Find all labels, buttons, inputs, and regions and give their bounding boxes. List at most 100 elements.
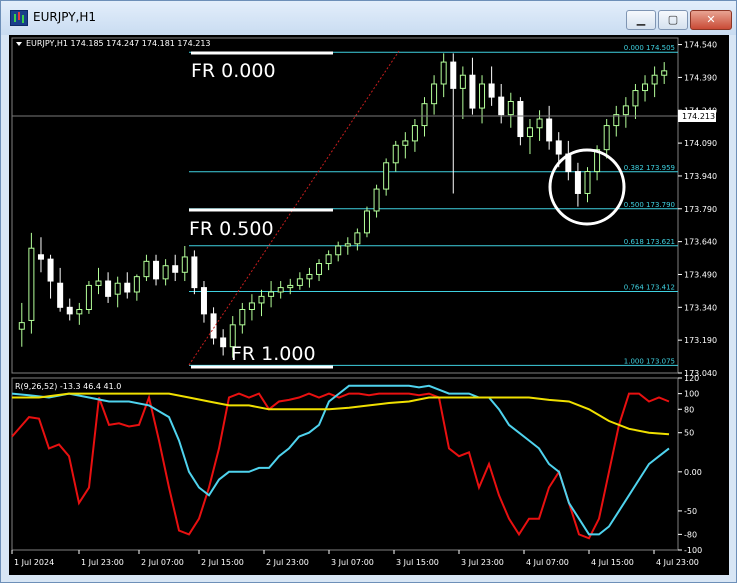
fibonacci-trend-line[interactable]: [188, 50, 400, 366]
candle-body: [536, 118, 543, 129]
slow-line: [12, 392, 670, 436]
candle-body: [239, 309, 246, 326]
candle-body: [277, 287, 284, 293]
candle-body: [632, 90, 639, 107]
price-tick-label: 173.790: [684, 205, 717, 214]
time-tick-label: 3 Jul 07:00: [331, 558, 374, 567]
indicator-tick-label: 50: [684, 429, 694, 438]
indicator-axis: 120 100 80 50 0.00 -50 -80 -100: [678, 374, 702, 555]
candle-body: [306, 273, 313, 280]
candle-body: [459, 74, 466, 89]
candle-body: [661, 70, 668, 76]
candle-body: [95, 280, 102, 286]
time-axis: 1 Jul 2024 1 Jul 23:00 2 Jul 07:00 2 Jul 15…: [11, 550, 699, 567]
candle-body: [526, 127, 533, 138]
fr-500-label[interactable]: FR 0.500: [189, 218, 274, 240]
price-tick-label: 173.640: [684, 238, 717, 247]
chart-window: EURJPY,H1 ▁ ▢ ✕ EURJPY,H1 174.185 174.24…: [0, 0, 737, 583]
candle-body: [220, 337, 227, 348]
rsi-line: [11, 392, 670, 540]
fib-level-label: 0.000 174.505: [624, 44, 675, 52]
indicator-tick-label: 0.00: [684, 468, 702, 477]
maximize-button[interactable]: ▢: [658, 10, 688, 30]
fib-level-label: 0.764 173.412: [624, 284, 675, 292]
candle-body: [479, 83, 486, 109]
candle-body: [268, 291, 275, 297]
fib-level-label: 0.618 173.621: [624, 238, 675, 246]
candle-body: [18, 322, 25, 330]
candle-body: [440, 61, 447, 85]
window-title: EURJPY,H1: [33, 10, 97, 24]
time-tick-label: 1 Jul 2024: [14, 558, 54, 567]
candle-body: [66, 306, 73, 315]
candle-body: [392, 144, 399, 164]
indicator-tick-label: 120: [684, 374, 699, 383]
candle-body: [411, 125, 418, 142]
candle-body: [133, 276, 140, 293]
candle-body: [344, 243, 351, 247]
close-button[interactable]: ✕: [690, 10, 732, 30]
price-tick-label: 173.490: [684, 270, 717, 279]
candle-body: [584, 171, 591, 194]
price-tick-label: 174.090: [684, 139, 717, 148]
fib-level-label: 0.500 173.790: [624, 201, 675, 209]
candle-body: [383, 162, 390, 190]
candle-body: [191, 256, 198, 289]
time-tick-label: 4 Jul 15:00: [591, 558, 634, 567]
candle-body: [28, 247, 35, 321]
candle-body: [651, 74, 658, 85]
chart-menu-arrow-icon[interactable]: [16, 42, 22, 46]
candle-body: [373, 188, 380, 212]
candle-body: [622, 105, 629, 116]
candle-body: [143, 260, 150, 278]
indicator-tick-label: -100: [684, 546, 702, 555]
candle-body: [335, 245, 342, 256]
candle-body: [114, 282, 121, 295]
fr-0-label[interactable]: FR 0.000: [191, 60, 276, 82]
candle-body: [507, 100, 514, 116]
candle-body: [248, 302, 255, 311]
candle-body: [181, 256, 188, 273]
candle-body: [450, 61, 457, 89]
candle-body: [555, 140, 562, 155]
price-tick-label: 173.340: [684, 303, 717, 312]
indicator-tick-label: -50: [684, 507, 697, 516]
chart-header: EURJPY,H1 174.185 174.247 174.181 174.21…: [26, 39, 211, 48]
minimize-button[interactable]: ▁: [626, 10, 656, 30]
title-bar[interactable]: EURJPY,H1 ▁ ▢ ✕: [1, 1, 736, 35]
candle-body: [287, 284, 294, 289]
candlestick-series: [18, 53, 668, 358]
indicator-tick-label: 100: [684, 390, 699, 399]
fib-level-label: 1.000 173.075: [624, 357, 675, 365]
time-tick-label: 2 Jul 15:00: [201, 558, 244, 567]
candle-body: [57, 282, 64, 308]
candle-body: [603, 125, 610, 151]
fib-level-label: 0.382 173.959: [624, 164, 675, 172]
time-tick-label: 2 Jul 07:00: [141, 558, 184, 567]
time-tick-label: 3 Jul 15:00: [396, 558, 439, 567]
close-icon: ✕: [706, 13, 716, 26]
candle-body: [517, 100, 524, 138]
time-tick-label: 3 Jul 23:00: [461, 558, 504, 567]
indicator-tick-label: 80: [684, 405, 694, 414]
fr-1000-label[interactable]: FR 1.000: [231, 343, 316, 365]
candle-body: [153, 260, 160, 280]
candle-body: [354, 232, 361, 245]
chart-canvas[interactable]: EURJPY,H1 174.185 174.247 174.181 174.21…: [9, 35, 729, 575]
price-tick-label: 173.940: [684, 172, 717, 181]
candle-body: [642, 83, 649, 92]
candle-body: [85, 284, 92, 311]
price-axis: 174.540174.390174.240174.090173.940173.7…: [678, 41, 717, 378]
price-tick-label: 173.190: [684, 336, 717, 345]
candle-body: [363, 210, 370, 234]
minimize-icon: ▁: [636, 13, 646, 26]
chart-app-icon: [10, 10, 28, 26]
time-tick-label: 4 Jul 07:00: [526, 558, 569, 567]
candle-body: [498, 96, 505, 116]
candle-body: [37, 254, 44, 260]
chart-svg[interactable]: EURJPY,H1 174.185 174.247 174.181 174.21…: [9, 35, 729, 575]
candle-body: [296, 278, 303, 286]
maximize-icon: ▢: [667, 13, 679, 26]
candle-body: [172, 265, 179, 273]
candle-body: [124, 282, 131, 293]
